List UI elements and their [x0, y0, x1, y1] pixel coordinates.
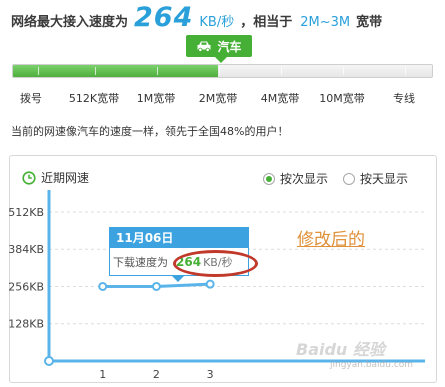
data-point: [205, 279, 215, 289]
speed-line-chart: 512KB 384KB 256KB 128KB 1 2 3: [8, 190, 425, 381]
data-point: [98, 281, 108, 291]
tooltip-date: 11月06日: [110, 228, 248, 248]
x-tick-label: 3: [207, 368, 214, 381]
data-point: [151, 281, 161, 291]
x-tick-label: 1: [99, 368, 106, 381]
tooltip-pointer: [172, 276, 184, 282]
tooltip-label: 下载速度为: [113, 256, 168, 269]
y-tick-label: 128KB: [8, 318, 44, 331]
watermark-logo: Baidu 经验: [296, 340, 385, 359]
watermark-url: jingyan.baidu.com: [330, 360, 414, 370]
highlight-oval: [173, 250, 258, 277]
annotation-modified: 修改后的: [297, 230, 365, 250]
axis-origin-point: [44, 356, 54, 366]
y-tick-label: 384KB: [8, 243, 44, 256]
y-tick-label: 256KB: [8, 280, 44, 293]
y-tick-label: 512KB: [8, 206, 44, 219]
x-tick-label: 2: [153, 368, 160, 381]
